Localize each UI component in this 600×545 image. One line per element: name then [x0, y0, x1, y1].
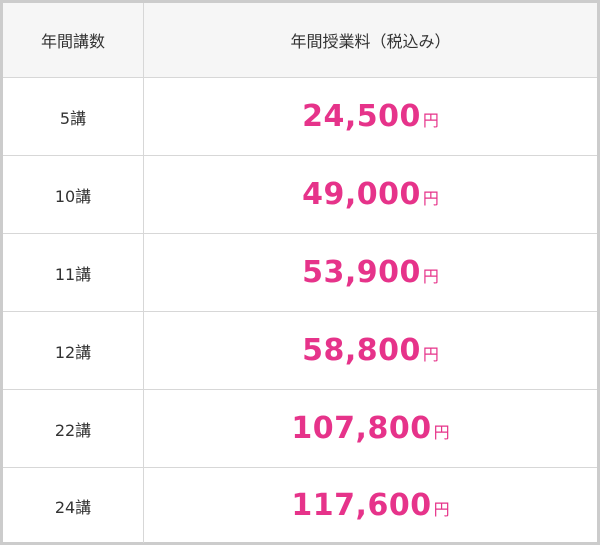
lesson-count: 5講 — [3, 78, 144, 155]
tuition-cell: 49,000 円 — [144, 156, 597, 233]
table-row: 5講 24,500 円 — [3, 78, 597, 156]
yen-suffix: 円 — [433, 423, 450, 442]
tuition-cell: 117,600 円 — [144, 468, 597, 543]
price-amount: 117,600 — [291, 488, 432, 523]
price: 107,800 円 — [291, 411, 449, 446]
price-amount: 107,800 — [291, 411, 432, 446]
price: 117,600 円 — [291, 488, 449, 523]
table-row: 10講 49,000 円 — [3, 156, 597, 234]
yen-suffix: 円 — [422, 345, 439, 364]
price: 24,500 円 — [302, 99, 439, 134]
price-amount: 49,000 — [302, 177, 421, 212]
yen-suffix: 円 — [422, 111, 439, 130]
price-amount: 53,900 — [302, 255, 421, 290]
header-annual-tuition: 年間授業料（税込み） — [290, 32, 451, 51]
tuition-table: 年間講数 年間授業料（税込み） 5講 24,500 円 10講 49,000 円… — [0, 0, 600, 545]
price-amount: 58,800 — [302, 333, 421, 368]
yen-suffix: 円 — [422, 189, 439, 208]
lesson-count: 12講 — [3, 312, 144, 389]
lesson-count: 24講 — [3, 468, 144, 543]
yen-suffix: 円 — [422, 267, 439, 286]
table-row: 24講 117,600 円 — [3, 468, 597, 543]
tuition-cell: 24,500 円 — [144, 78, 597, 155]
tuition-cell: 107,800 円 — [144, 390, 597, 467]
table-header-row: 年間講数 年間授業料（税込み） — [3, 3, 597, 78]
lesson-count: 11講 — [3, 234, 144, 311]
lesson-count: 10講 — [3, 156, 144, 233]
yen-suffix: 円 — [433, 500, 450, 519]
price: 53,900 円 — [302, 255, 439, 290]
tuition-cell: 53,900 円 — [144, 234, 597, 311]
price-amount: 24,500 — [302, 99, 421, 134]
table-row: 12講 58,800 円 — [3, 312, 597, 390]
price: 49,000 円 — [302, 177, 439, 212]
tuition-cell: 58,800 円 — [144, 312, 597, 389]
price: 58,800 円 — [302, 333, 439, 368]
header-lesson-count: 年間講数 — [3, 3, 144, 77]
lesson-count: 22講 — [3, 390, 144, 467]
table-row: 22講 107,800 円 — [3, 390, 597, 468]
table-row: 11講 53,900 円 — [3, 234, 597, 312]
